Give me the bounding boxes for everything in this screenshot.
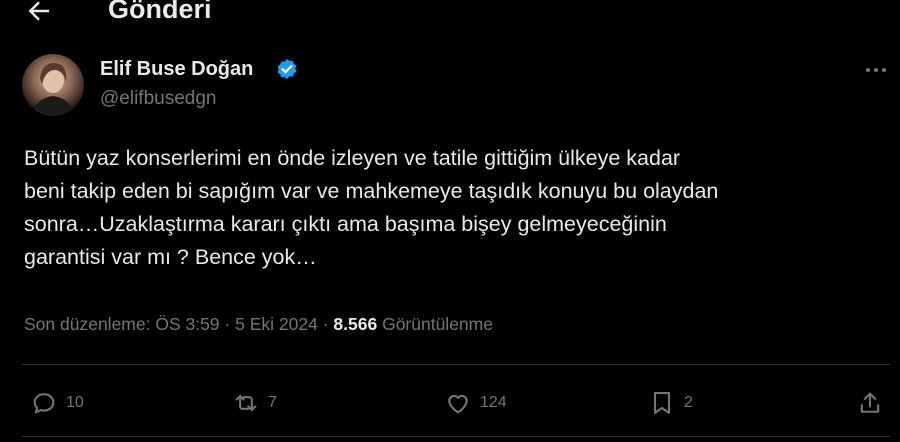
bookmark-count: 2 <box>684 394 693 411</box>
views-label: Görüntülenme <box>382 314 493 334</box>
repost-count: 7 <box>268 394 277 411</box>
reply-count: 10 <box>66 394 84 411</box>
avatar-image <box>30 62 76 116</box>
bookmark-icon <box>653 392 671 414</box>
like-count: 124 <box>480 394 507 411</box>
repost-button[interactable]: 7 <box>232 388 277 418</box>
author-handle[interactable]: @elifbusedgn <box>100 88 216 110</box>
share-button[interactable] <box>856 388 892 418</box>
divider-bottom <box>22 436 890 437</box>
post-date[interactable]: 5 Eki 2024 <box>235 314 318 334</box>
reply-icon <box>33 393 55 414</box>
bookmark-button[interactable]: 2 <box>648 388 693 418</box>
page-title: Gönderi <box>108 0 212 24</box>
more-options-icon[interactable] <box>862 58 890 82</box>
tweet-meta: Son düzenleme: ÖS 3:59 · 5 Eki 2024 · 8.… <box>24 314 493 335</box>
repost-icon <box>235 394 257 412</box>
top-bar: Gönderi <box>0 0 900 40</box>
divider-top <box>22 364 890 365</box>
meta-separator: · <box>322 314 329 334</box>
back-arrow-icon[interactable] <box>24 0 54 26</box>
views-count: 8.566 <box>333 314 378 334</box>
share-icon <box>860 392 880 413</box>
meta-separator: · <box>224 314 231 334</box>
heart-icon <box>448 394 468 414</box>
avatar[interactable] <box>22 54 84 116</box>
tweet-text: Bütün yaz konserlerimi en önde izleyen v… <box>24 146 719 269</box>
like-button[interactable]: 124 <box>444 388 507 418</box>
author-name[interactable]: Elif Buse Doğan <box>100 58 253 81</box>
verified-badge-icon <box>277 59 297 79</box>
edited-time[interactable]: Son düzenleme: ÖS 3:59 <box>24 314 220 334</box>
reply-button[interactable]: 10 <box>30 388 84 418</box>
